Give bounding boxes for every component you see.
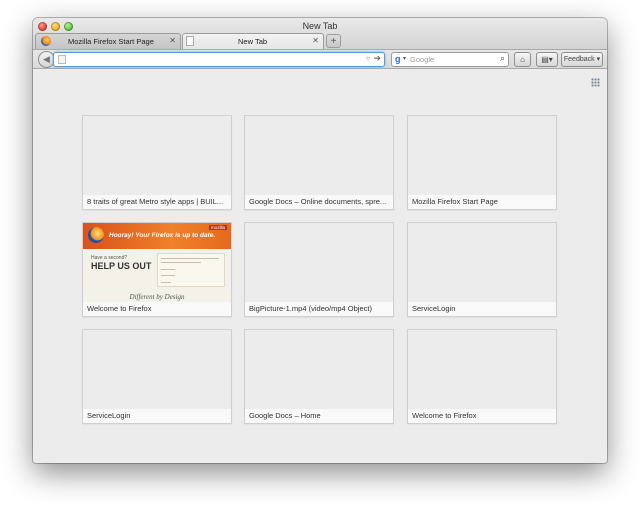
new-tab-page: 8 traits of great Metro style apps | BUI… — [33, 69, 607, 463]
close-tab-icon[interactable]: ✕ — [169, 36, 176, 45]
tab-new-tab[interactable]: New Tab ✕ — [182, 33, 324, 49]
tile-thumbnail — [408, 330, 556, 409]
search-input[interactable] — [410, 54, 492, 65]
firefox-logo-icon — [88, 227, 104, 243]
site-tile[interactable]: Google Docs – Home — [244, 329, 394, 424]
tile-title: Welcome to Firefox — [408, 409, 556, 423]
tile-thumbnail — [245, 116, 393, 195]
blank-page-favicon-icon — [186, 36, 194, 46]
search-icon[interactable]: ⌕ — [500, 53, 505, 64]
tile-thumbnail: Hooray! Your Firefox is up to date. mozi… — [83, 223, 231, 302]
tile-title: ServiceLogin — [408, 302, 556, 316]
title-bar: New Tab Mozilla Firefox Start Page ✕ New… — [33, 18, 607, 50]
site-tile[interactable]: 8 traits of great Metro style apps | BUI… — [82, 115, 232, 210]
site-tile[interactable]: ServiceLogin — [82, 329, 232, 424]
site-tile[interactable]: Hooray! Your Firefox is up to date. mozi… — [82, 222, 232, 317]
site-tile[interactable]: Google Docs – Online documents, spre... — [244, 115, 394, 210]
site-tile[interactable]: ServiceLogin — [407, 222, 557, 317]
page-icon — [58, 55, 66, 64]
tile-thumbnail — [408, 116, 556, 195]
new-tab-button[interactable]: + — [326, 34, 341, 48]
dropdown-arrow-icon[interactable]: ▿ — [366, 54, 370, 63]
url-bar[interactable]: ▿ ➔ — [53, 52, 385, 67]
google-g-icon[interactable]: g — [395, 54, 401, 64]
site-tile[interactable]: Welcome to Firefox — [407, 329, 557, 424]
welcome-banner: Hooray! Your Firefox is up to date. mozi… — [83, 223, 231, 249]
tile-title: Google Docs – Home — [245, 409, 393, 423]
help-us-out-heading: HELP US OUT — [91, 261, 152, 271]
home-button[interactable]: ⌂ — [514, 52, 531, 67]
tile-title: Google Docs – Online documents, spre... — [245, 195, 393, 209]
site-tile[interactable]: Mozilla Firefox Start Page — [407, 115, 557, 210]
feedback-button[interactable]: Feedback ▾ — [561, 52, 603, 67]
tile-thumbnail — [245, 330, 393, 409]
search-bar[interactable]: g ▾ ⌕ — [391, 52, 509, 67]
mozilla-badge: mozilla — [208, 225, 227, 230]
browser-window: New Tab Mozilla Firefox Start Page ✕ New… — [33, 18, 607, 463]
grid-toggle-icon[interactable] — [591, 78, 600, 87]
tile-thumbnail — [83, 116, 231, 195]
tab-label: Mozilla Firefox Start Page — [68, 37, 154, 46]
welcome-headline: Hooray! Your Firefox is up to date. — [109, 232, 216, 239]
navigation-toolbar: ◀ ▿ ➔ g ▾ ⌕ ⌂ ▤▾ Feedback ▾ — [33, 49, 607, 69]
site-tile[interactable]: BigPicture-1.mp4 (video/mp4 Object) — [244, 222, 394, 317]
tab-label: New Tab — [238, 37, 268, 46]
tab-mozilla-firefox-start-page[interactable]: Mozilla Firefox Start Page ✕ — [35, 33, 181, 49]
tile-thumbnail — [408, 223, 556, 302]
tile-thumbnail — [83, 330, 231, 409]
feedback-label: Feedback — [563, 56, 595, 63]
different-by-design-text: Different by Design — [129, 293, 185, 301]
bookmarks-menu-button[interactable]: ▤▾ — [536, 52, 558, 67]
tile-title: 8 traits of great Metro style apps | BUI… — [83, 195, 231, 209]
tile-title: Welcome to Firefox — [83, 302, 231, 316]
close-tab-icon[interactable]: ✕ — [312, 36, 319, 45]
survey-panel — [157, 253, 225, 287]
chevron-down-icon[interactable]: ▾ — [403, 55, 406, 62]
tile-title: BigPicture-1.mp4 (video/mp4 Object) — [245, 302, 393, 316]
tile-thumbnail — [245, 223, 393, 302]
firefox-favicon-icon — [41, 36, 51, 46]
go-arrow-icon[interactable]: ➔ — [373, 53, 381, 64]
window-title: New Tab — [302, 21, 338, 31]
tile-title: Mozilla Firefox Start Page — [408, 195, 556, 209]
tile-title: ServiceLogin — [83, 409, 231, 423]
